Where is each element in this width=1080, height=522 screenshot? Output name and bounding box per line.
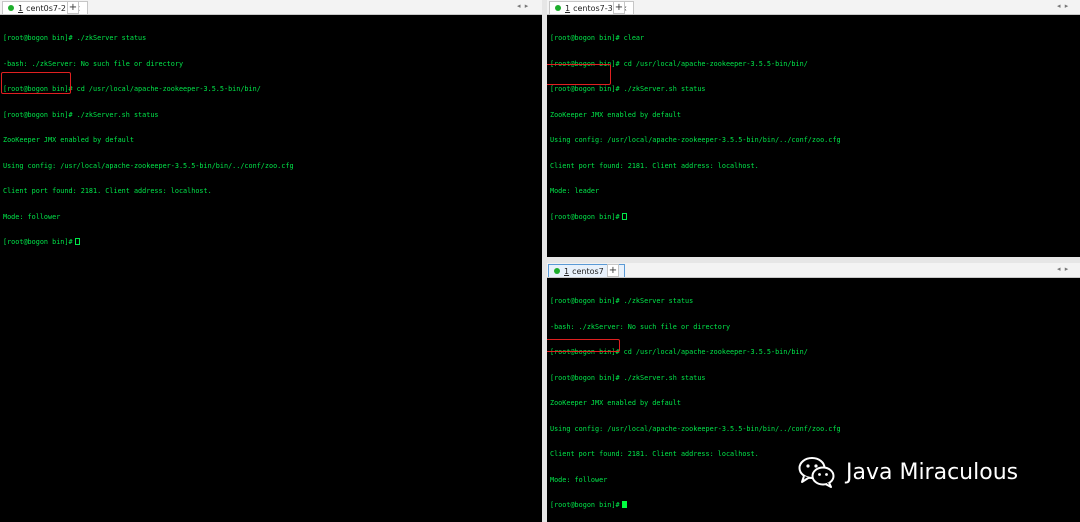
add-tab-button[interactable]: + bbox=[607, 264, 619, 277]
terminal-line: ZooKeeper JMX enabled by default bbox=[3, 136, 134, 144]
terminal-line: [root@bogon bin]# cd /usr/local/apache-z… bbox=[550, 59, 808, 68]
terminal-line: Client port found: 2181. Client address:… bbox=[550, 161, 759, 170]
tab-label: centos7-3 bbox=[573, 3, 613, 13]
connected-status-icon bbox=[555, 5, 561, 11]
cursor bbox=[621, 501, 627, 508]
terminal-line: [root@bogon bin]# ./zkServer.sh status bbox=[3, 110, 159, 119]
terminal-line: [root@bogon bin]# ./zkServer status bbox=[3, 34, 147, 42]
prompt: [root@bogon bin]# bbox=[550, 501, 620, 509]
tab-number: 1 bbox=[18, 3, 24, 13]
mode-highlight-box bbox=[1, 72, 71, 94]
terminal-pane-left[interactable]: 1 cent0s7-2 × + ◂ ▸ [root@bogon bin]# ./… bbox=[0, 0, 542, 522]
terminal-line: ZooKeeper JMX enabled by default bbox=[550, 110, 681, 119]
prompt: [root@bogon bin]# bbox=[550, 212, 620, 221]
tab-scroll-arrows-icon[interactable]: ◂ ▸ bbox=[1057, 265, 1069, 273]
terminal-line: ZooKeeper JMX enabled by default bbox=[550, 399, 681, 407]
terminal-line: [root@bogon bin]# cd /usr/local/apache-z… bbox=[550, 348, 808, 356]
terminal-output[interactable]: [root@bogon bin]# ./zkServer status -bas… bbox=[3, 17, 540, 522]
add-tab-button[interactable]: + bbox=[613, 1, 625, 14]
tab-scroll-arrows-icon[interactable]: ◂ ▸ bbox=[1057, 2, 1069, 10]
terminal-line: Client port found: 2181. Client address:… bbox=[3, 187, 212, 195]
tab-scroll-arrows-icon[interactable]: ◂ ▸ bbox=[517, 2, 529, 10]
mode-highlight-box bbox=[547, 64, 611, 85]
terminal-line: [root@bogon bin]# ./zkServer.sh status bbox=[550, 373, 706, 382]
terminal-line: -bash: ./zkServer: No such file or direc… bbox=[3, 59, 184, 68]
tab-label: cent0s7-2 bbox=[26, 3, 66, 13]
prompt-line: [root@bogon bin]# bbox=[550, 501, 1078, 510]
cursor bbox=[74, 238, 80, 245]
prompt-line: [root@bogon bin]# bbox=[550, 212, 1078, 222]
prompt-line: [root@bogon bin]# bbox=[3, 238, 540, 247]
wechat-icon bbox=[798, 457, 835, 488]
watermark: Java Miraculous bbox=[798, 456, 1018, 488]
terminal-line: Using config: /usr/local/apache-zookeepe… bbox=[550, 424, 841, 433]
terminal-line: [root@bogon bin]# clear bbox=[550, 34, 645, 42]
mode-line: Mode: follower bbox=[3, 212, 61, 221]
tab-bar-bottom-right: 1 centos7 × + ◂ ▸ bbox=[547, 263, 1080, 278]
tab-bar-left: 1 cent0s7-2 × + ◂ ▸ bbox=[0, 0, 542, 15]
watermark-text: Java Miraculous bbox=[846, 459, 1019, 485]
prompt: [root@bogon bin]# bbox=[3, 238, 73, 246]
connected-status-icon bbox=[8, 5, 14, 11]
tab-number: 1 bbox=[565, 3, 571, 13]
tab-label: centos7 bbox=[572, 266, 604, 276]
terminal-line: [root@bogon bin]# ./zkServer status bbox=[550, 297, 694, 305]
terminal-line: [root@bogon bin]# ./zkServer.sh status bbox=[550, 85, 706, 93]
terminal-output[interactable]: [root@bogon bin]# clear [root@bogon bin]… bbox=[550, 17, 1078, 257]
mode-highlight-box bbox=[547, 339, 620, 352]
terminal-line: Using config: /usr/local/apache-zookeepe… bbox=[3, 161, 294, 170]
connected-status-icon bbox=[554, 268, 560, 274]
terminal-line: Using config: /usr/local/apache-zookeepe… bbox=[550, 136, 841, 144]
tab-bar-top-right: 1 centos7-3 × + ◂ ▸ bbox=[547, 0, 1080, 15]
tab-number: 1 bbox=[564, 266, 570, 276]
terminal-line: -bash: ./zkServer: No such file or direc… bbox=[550, 322, 731, 331]
terminal-pane-top-right[interactable]: 1 centos7-3 × + ◂ ▸ [root@bogon bin]# cl… bbox=[547, 0, 1080, 257]
mode-line: Mode: leader bbox=[550, 187, 600, 195]
terminal-line: [root@bogon bin]# cd /usr/local/apache-z… bbox=[3, 85, 261, 93]
add-tab-button[interactable]: + bbox=[67, 1, 79, 14]
cursor bbox=[621, 212, 627, 220]
